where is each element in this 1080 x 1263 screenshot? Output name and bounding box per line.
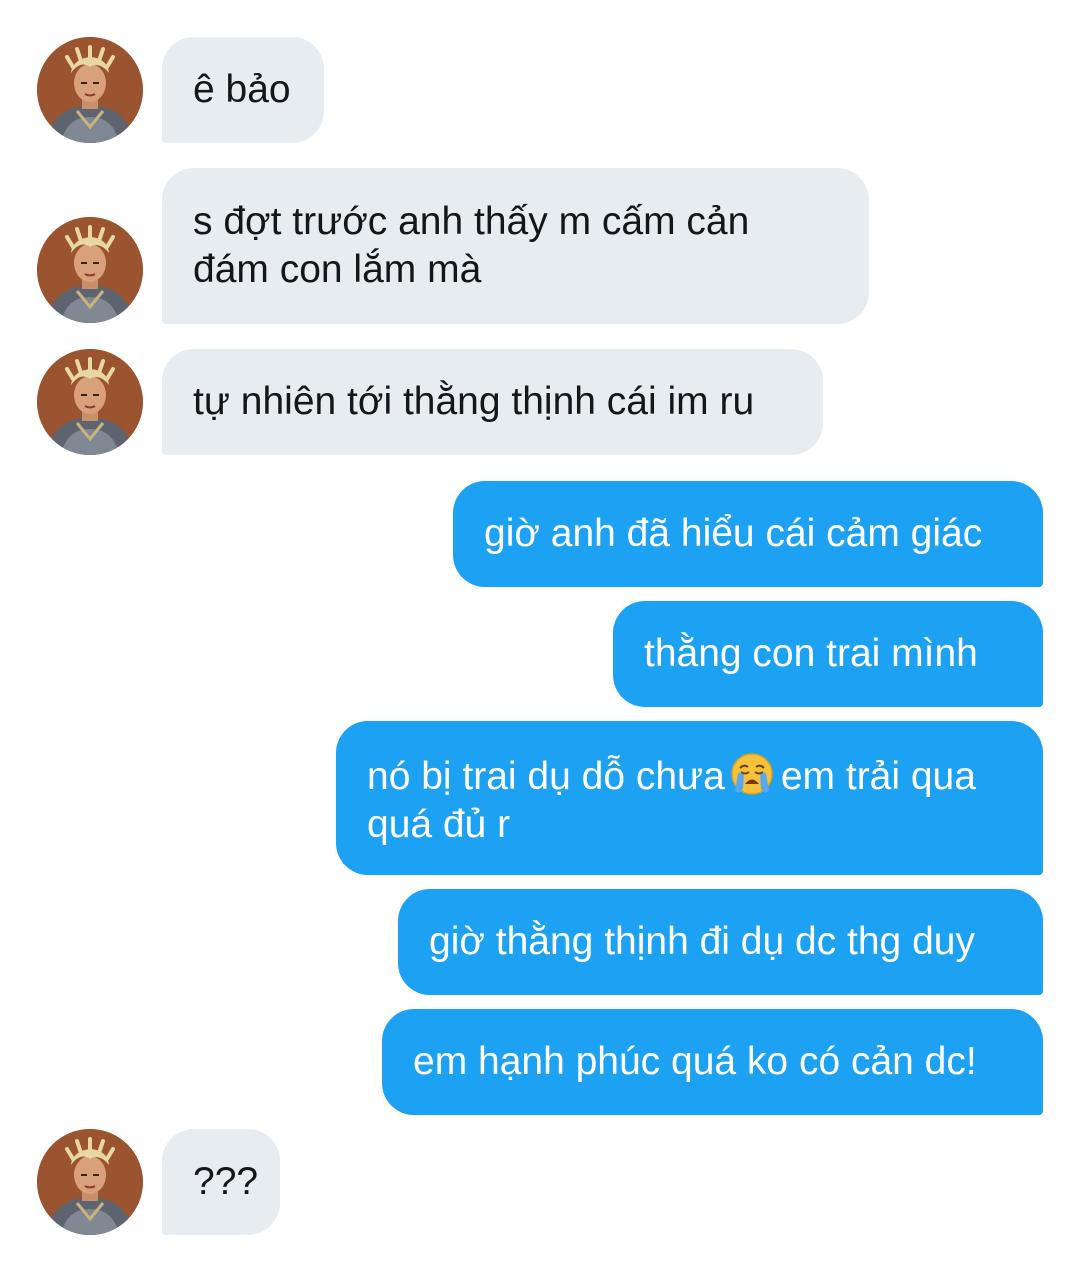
avatar[interactable] <box>37 349 143 455</box>
profile-photo-icon <box>37 1129 143 1235</box>
message-bubble-outgoing[interactable]: giờ anh đã hiểu cái cảm giác <box>453 481 1043 587</box>
avatar[interactable] <box>37 1129 143 1235</box>
conversation: ê bảo s đợt trước anh thấy m cấm cản đám… <box>0 0 1080 1263</box>
message-bubble-incoming[interactable]: ??? <box>162 1129 280 1235</box>
profile-photo-icon <box>37 217 143 323</box>
avatar[interactable] <box>37 37 143 143</box>
message-bubble-outgoing[interactable]: giờ thằng thịnh đi dụ dc thg duy <box>398 889 1043 995</box>
loudly-crying-face-icon <box>729 751 775 797</box>
profile-photo-icon <box>37 37 143 143</box>
message-bubble-outgoing[interactable]: thằng con trai mình <box>613 601 1043 707</box>
message-bubble-outgoing[interactable]: em hạnh phúc quá ko có cản dc! <box>382 1009 1043 1115</box>
message-bubble-incoming[interactable]: tự nhiên tới thằng thịnh cái im ru <box>162 349 823 455</box>
avatar[interactable] <box>37 217 143 323</box>
message-bubble-outgoing[interactable]: nó bị trai dụ dỗ chưa em trải qua quá đủ … <box>336 721 1043 875</box>
message-text: nó bị trai dụ dỗ chưa <box>367 755 725 798</box>
profile-photo-icon <box>37 349 143 455</box>
message-bubble-incoming[interactable]: ê bảo <box>162 37 324 143</box>
message-bubble-incoming[interactable]: s đợt trước anh thấy m cấm cản đám con l… <box>162 168 869 324</box>
